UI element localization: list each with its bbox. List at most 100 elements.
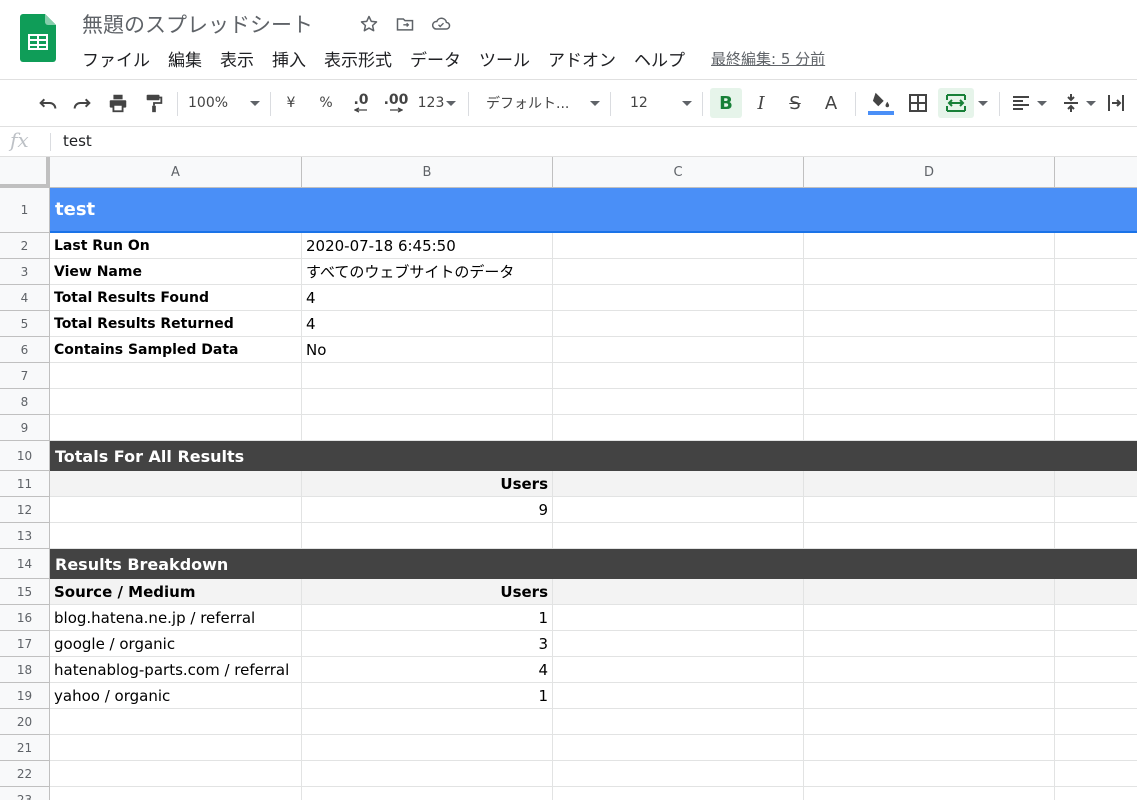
decimal-increase-button[interactable]: .00 (380, 88, 412, 118)
cell[interactable] (50, 363, 302, 389)
last-edit-link[interactable]: 最終編集: 5 分前 (711, 48, 825, 69)
italic-button[interactable]: I (748, 88, 774, 118)
decimal-decrease-button[interactable]: .0 (346, 88, 376, 118)
column-header-c[interactable]: C (553, 157, 804, 188)
cell[interactable]: 4 (302, 657, 553, 683)
row-header[interactable]: 13 (0, 523, 50, 549)
cell[interactable]: Total Results Returned (50, 311, 302, 337)
row-header[interactable]: 10 (0, 441, 50, 471)
cell[interactable] (804, 631, 1055, 657)
cell[interactable] (553, 497, 804, 523)
row-header[interactable]: 17 (0, 631, 50, 657)
column-header-e[interactable] (1055, 157, 1137, 188)
cell[interactable] (1055, 389, 1137, 415)
cell[interactable] (804, 337, 1055, 363)
cell[interactable] (804, 389, 1055, 415)
row-header[interactable]: 16 (0, 605, 50, 631)
column-header-a[interactable]: A (50, 157, 302, 188)
borders-icon[interactable] (904, 88, 932, 118)
cell[interactable] (553, 415, 804, 441)
cell[interactable] (553, 285, 804, 311)
row-header[interactable]: 21 (0, 735, 50, 761)
cell[interactable] (1055, 363, 1137, 389)
menu-edit[interactable]: 編集 (168, 46, 202, 71)
row-header[interactable]: 22 (0, 761, 50, 787)
section-header-cell[interactable]: Totals For All Results (50, 441, 1137, 471)
row-header[interactable]: 4 (0, 285, 50, 311)
cell[interactable] (302, 761, 553, 787)
paint-format-icon[interactable] (140, 88, 168, 118)
cell[interactable] (553, 579, 804, 605)
row-header[interactable]: 15 (0, 579, 50, 605)
text-color-button[interactable]: A (818, 88, 844, 118)
cell[interactable] (1055, 497, 1137, 523)
zoom-select[interactable]: 100% (188, 88, 260, 118)
cell[interactable]: google / organic (50, 631, 302, 657)
cell[interactable] (50, 735, 302, 761)
strikethrough-button[interactable]: S (782, 88, 808, 118)
cell[interactable]: View Name (50, 259, 302, 285)
cell[interactable]: 4 (302, 285, 553, 311)
cell[interactable]: Users (302, 471, 553, 497)
menu-tools[interactable]: ツール (479, 46, 530, 71)
cell[interactable] (50, 787, 302, 800)
row-header[interactable]: 3 (0, 259, 50, 285)
cell[interactable] (804, 787, 1055, 800)
redo-icon[interactable] (68, 88, 96, 118)
row-header[interactable]: 14 (0, 549, 50, 579)
cell[interactable]: yahoo / organic (50, 683, 302, 709)
font-family-select[interactable]: デフォルト... (486, 88, 600, 118)
cell[interactable] (553, 683, 804, 709)
cell[interactable]: blog.hatena.ne.jp / referral (50, 605, 302, 631)
sheets-logo-icon[interactable] (20, 14, 56, 62)
text-wrap-icon[interactable] (1106, 88, 1134, 118)
cell[interactable]: 1 (302, 683, 553, 709)
font-size-select[interactable]: 12 (630, 88, 692, 118)
cell[interactable] (50, 709, 302, 735)
cell[interactable] (1055, 657, 1137, 683)
cell[interactable] (804, 497, 1055, 523)
cell[interactable] (302, 389, 553, 415)
cell[interactable] (1055, 523, 1137, 549)
cell[interactable]: 2020-07-18 6:45:50 (302, 233, 553, 259)
cell[interactable] (804, 471, 1055, 497)
cell[interactable] (1055, 735, 1137, 761)
cell[interactable]: 3 (302, 631, 553, 657)
cell[interactable] (302, 709, 553, 735)
cell[interactable] (553, 605, 804, 631)
cell[interactable] (804, 605, 1055, 631)
cell[interactable] (1055, 285, 1137, 311)
cell[interactable] (1055, 337, 1137, 363)
cell[interactable] (1055, 761, 1137, 787)
document-title[interactable]: 無題のスプレッドシート (82, 9, 313, 39)
cell[interactable] (302, 415, 553, 441)
undo-icon[interactable] (34, 88, 62, 118)
row-header[interactable]: 9 (0, 415, 50, 441)
select-all-corner[interactable] (0, 157, 50, 188)
cell[interactable]: No (302, 337, 553, 363)
row-header[interactable]: 19 (0, 683, 50, 709)
menu-data[interactable]: データ (410, 46, 461, 71)
bold-button[interactable]: B (710, 88, 742, 118)
cell[interactable]: Users (302, 579, 553, 605)
section-header-cell[interactable]: Results Breakdown (50, 549, 1137, 579)
cell[interactable] (1055, 709, 1137, 735)
cell[interactable] (804, 709, 1055, 735)
cell[interactable] (553, 337, 804, 363)
fill-color-icon[interactable] (866, 88, 896, 118)
cell[interactable]: Contains Sampled Data (50, 337, 302, 363)
cell[interactable] (804, 735, 1055, 761)
cell[interactable] (553, 363, 804, 389)
menu-help[interactable]: ヘルプ (634, 46, 685, 71)
cell[interactable]: Last Run On (50, 233, 302, 259)
cell[interactable] (804, 761, 1055, 787)
row-header[interactable]: 12 (0, 497, 50, 523)
cell[interactable] (553, 735, 804, 761)
cell[interactable] (302, 787, 553, 800)
cell[interactable] (1055, 415, 1137, 441)
cell[interactable] (1055, 605, 1137, 631)
menu-view[interactable]: 表示 (220, 46, 254, 71)
menu-format[interactable]: 表示形式 (324, 46, 392, 71)
cell[interactable] (1055, 233, 1137, 259)
cell[interactable] (50, 761, 302, 787)
